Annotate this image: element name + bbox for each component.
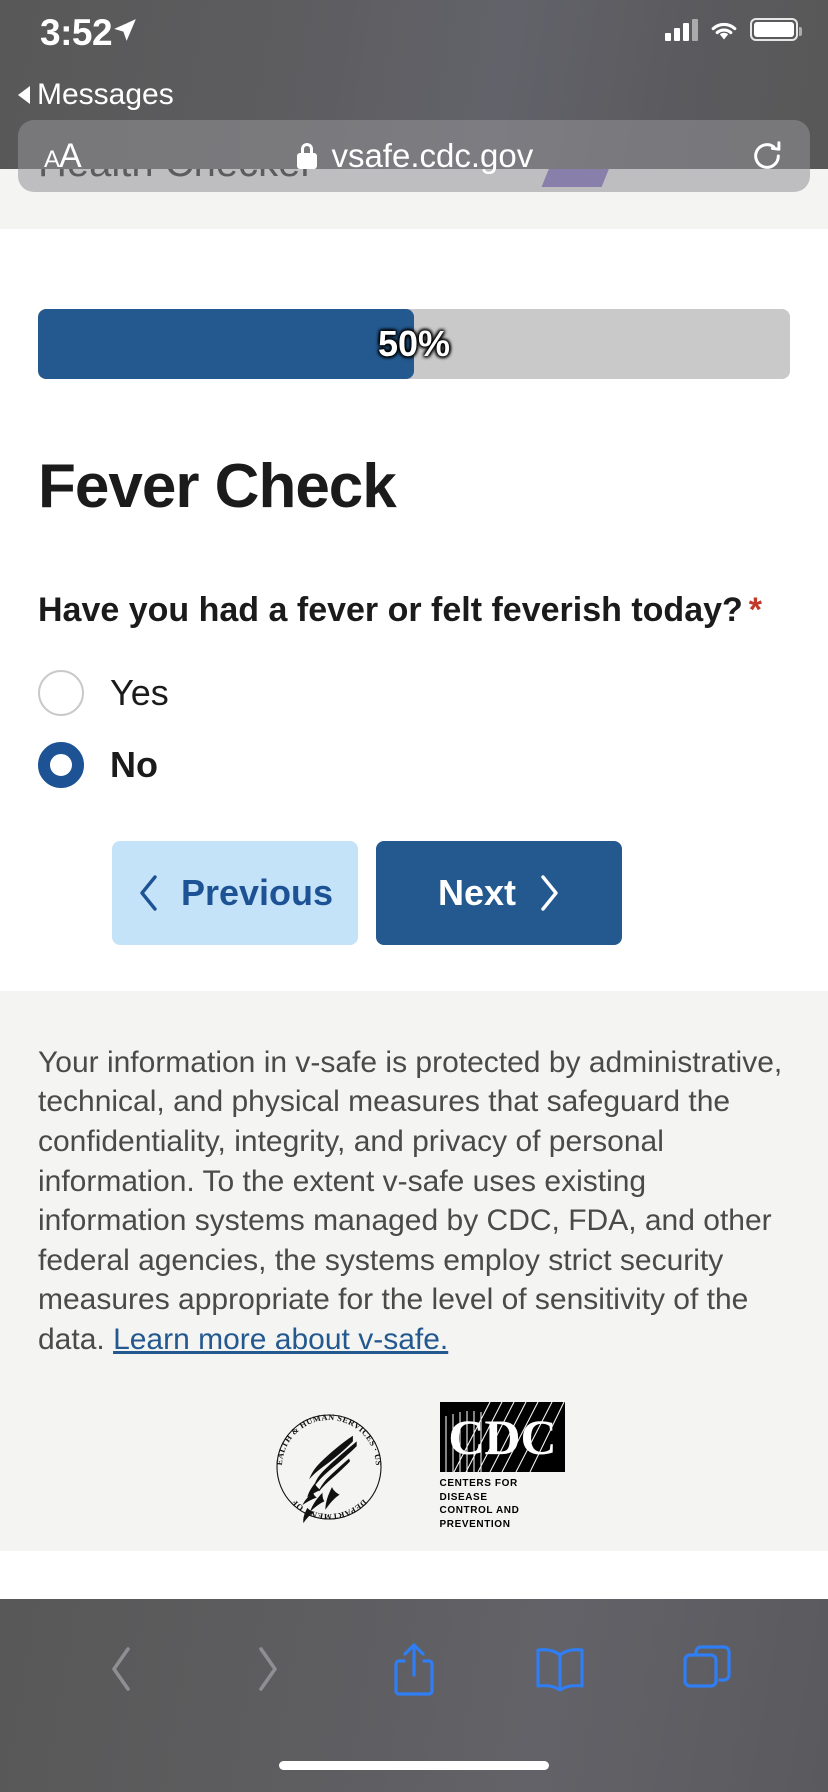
toolbar-forward-button[interactable] (194, 1646, 340, 1692)
text-size-button[interactable]: A A (44, 136, 82, 176)
chevron-right-icon (258, 1647, 277, 1691)
page-footer: Your information in v-safe is protected … (0, 990, 828, 1551)
url-display[interactable]: vsafe.cdc.gov (81, 137, 750, 175)
progress-bar: 50% (38, 309, 790, 379)
page-title: Fever Check (38, 452, 397, 521)
wifi-icon (711, 22, 737, 39)
share-icon (394, 1643, 434, 1696)
back-triangle-icon (18, 86, 30, 104)
toolbar-bookmarks-button[interactable] (487, 1646, 633, 1692)
agency-logos: HEALTH & HUMAN SERVICES · USA DEPARTMENT… (38, 1402, 790, 1532)
form-content: 50% Fever Check Have you had a fever or … (0, 309, 828, 945)
lock-icon (297, 143, 318, 169)
chevron-right-icon (541, 875, 558, 911)
radio-group: Yes No (38, 657, 790, 801)
radio-circle-yes[interactable] (38, 669, 84, 716)
privacy-statement: Your information in v-safe is protected … (38, 1043, 790, 1360)
form-navigation: Previous Next (38, 840, 790, 945)
cdc-wordmark-box: CDC (439, 1402, 565, 1473)
radio-option-yes[interactable]: Yes (38, 657, 790, 729)
address-bar[interactable]: A A vsafe.cdc.gov (18, 120, 810, 192)
learn-more-link[interactable]: Learn more about v-safe. (113, 1323, 448, 1356)
ios-status-bar: 3:52 (0, 0, 828, 74)
cdc-tagline: CENTERS FOR DISEASE CONTROL AND PREVENTI… (440, 1477, 565, 1531)
question-label: Have you had a fever or felt feverish to… (38, 590, 790, 631)
battery-icon (750, 18, 802, 41)
back-to-messages-link[interactable]: Messages (18, 78, 174, 112)
cdc-logo: CDC CENTERS FOR DISEASE CONTROL AND PREV… (439, 1402, 565, 1531)
privacy-paragraph: Your information in v-safe is protected … (38, 1045, 783, 1356)
cellular-signal-icon (665, 18, 698, 41)
toolbar-back-button[interactable] (48, 1646, 194, 1692)
next-label: Next (437, 871, 517, 913)
toolbar-tabs-button[interactable] (634, 1644, 780, 1694)
radio-label-no: No (110, 743, 158, 785)
chevron-left-icon (112, 1647, 131, 1691)
radio-circle-no[interactable] (38, 741, 84, 788)
cdc-tagline-line2: CONTROL AND PREVENTION (439, 1505, 520, 1530)
status-time: 3:52 (40, 12, 113, 53)
mobile-safari-screen: 3:52 Messages A A vsafe.cdc.gov 50% Feve… (0, 0, 828, 1792)
previous-label: Previous (180, 871, 334, 913)
previous-button[interactable]: Previous (112, 840, 358, 945)
browser-toolbar-bottom (0, 1599, 828, 1792)
cdc-tagline-line1: CENTERS FOR DISEASE (439, 1478, 518, 1503)
required-marker: * (748, 591, 763, 629)
radio-label-yes: Yes (110, 671, 169, 713)
toolbar-share-button[interactable] (341, 1641, 487, 1697)
book-icon (536, 1648, 584, 1692)
svg-text:CDC: CDC (448, 1409, 556, 1465)
back-label: Messages (37, 78, 174, 111)
next-button[interactable]: Next (376, 840, 622, 945)
status-indicators (665, 18, 802, 41)
cdc-wordmark: CDC (439, 1402, 565, 1473)
home-indicator (279, 1761, 549, 1770)
question-text: Have you had a fever or felt feverish to… (38, 591, 743, 629)
progress-label: 50% (377, 323, 451, 364)
tabs-icon (683, 1645, 731, 1688)
svg-text:HEALTH & HUMAN SERVICES · USA: HEALTH & HUMAN SERVICES · USA (264, 1402, 383, 1466)
text-size-large: A (59, 136, 82, 175)
chevron-left-icon (140, 875, 157, 911)
hhs-department-seal: HEALTH & HUMAN SERVICES · USA DEPARTMENT… (264, 1402, 383, 1523)
radio-option-no[interactable]: No (38, 729, 790, 801)
web-page-content: Health Checker 50% Fever Check Have you … (0, 169, 828, 1599)
location-arrow-icon (114, 19, 136, 41)
url-text: vsafe.cdc.gov (331, 137, 534, 174)
browser-chrome-top: 3:52 Messages A A vsafe.cdc.gov (0, 0, 828, 192)
reload-icon[interactable] (750, 139, 784, 173)
text-size-small: A (44, 145, 60, 173)
